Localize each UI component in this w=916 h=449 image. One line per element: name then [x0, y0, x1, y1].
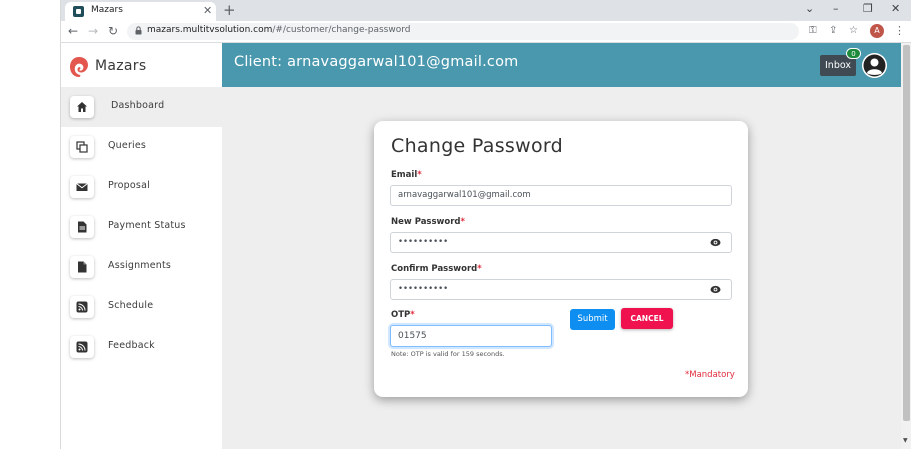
- otp-label-text: OTP: [391, 310, 411, 320]
- home-icon: [70, 96, 94, 118]
- document-icon: [70, 216, 94, 238]
- url-path: /#/customer/change-password: [272, 25, 411, 35]
- required-mark: *: [460, 217, 465, 227]
- confirm-password-field[interactable]: ••••••••••: [390, 279, 732, 300]
- forward-icon[interactable]: →: [88, 24, 98, 38]
- new-password-field[interactable]: ••••••••••: [390, 232, 732, 253]
- close-window-icon[interactable]: ✕: [891, 2, 900, 15]
- page-title: Change Password: [391, 135, 564, 157]
- eye-icon[interactable]: [710, 285, 721, 294]
- sidebar-item-proposal[interactable]: Proposal: [61, 167, 222, 207]
- file-icon: [70, 256, 94, 278]
- sidebar-item-label: Payment Status: [108, 220, 186, 231]
- otp-label: OTP*: [391, 310, 415, 320]
- sidebar-item-label: Proposal: [108, 180, 150, 191]
- lock-icon: [135, 26, 142, 35]
- sidebar-item-label: Queries: [108, 140, 147, 151]
- tab-close-icon[interactable]: ✕: [203, 4, 212, 17]
- reload-icon[interactable]: ↻: [108, 24, 118, 38]
- rss-icon: [70, 296, 94, 318]
- page-scrollbar[interactable]: ▼: [901, 43, 911, 449]
- share-icon[interactable]: ⇪: [829, 25, 837, 36]
- submit-button[interactable]: Submit: [570, 309, 615, 330]
- inbox-count-badge: 0: [846, 48, 861, 59]
- required-mark: *: [410, 310, 415, 320]
- sidebar-item-label: Feedback: [108, 340, 155, 351]
- profile-avatar[interactable]: A: [870, 24, 884, 38]
- scroll-down-icon[interactable]: ▼: [903, 437, 908, 444]
- email-label-text: Email: [391, 170, 418, 180]
- sidebar-item-schedule[interactable]: Schedule: [61, 287, 222, 327]
- scrollbar-thumb[interactable]: [903, 45, 910, 421]
- envelope-icon: [70, 176, 94, 198]
- sidebar-item-label: Dashboard: [111, 100, 165, 111]
- otp-note: Note: OTP is valid for 159 seconds.: [391, 350, 505, 358]
- rss-icon: [70, 336, 94, 358]
- app-header: Client: arnavaggarwal101@gmail.com Inbox…: [222, 43, 911, 87]
- sidebar-item-assignments[interactable]: Assignments: [61, 247, 222, 287]
- email-label: Email*: [391, 170, 422, 180]
- brand-name: Mazars: [95, 58, 147, 74]
- email-field[interactable]: arnavaggarwal101@gmail.com: [390, 185, 732, 206]
- eye-icon[interactable]: [710, 238, 721, 247]
- tab-title: Mazars: [91, 5, 123, 15]
- mandatory-note: *Mandatory: [685, 370, 735, 380]
- sidebar: Mazars Dashboard Queries Proposal Paymen…: [61, 43, 222, 449]
- sidebar-item-dashboard[interactable]: Dashboard: [61, 87, 222, 127]
- app-root: Mazars Dashboard Queries Proposal Paymen…: [61, 43, 911, 449]
- new-password-value: ••••••••••: [398, 237, 449, 247]
- mazars-logo-icon: [70, 57, 88, 77]
- client-email-heading: Client: arnavaggarwal101@gmail.com: [234, 54, 519, 70]
- sidebar-item-queries[interactable]: Queries: [61, 127, 222, 167]
- copy-icon: [70, 136, 94, 158]
- screen: Mazars ✕ + ⌄ – ❐ ✕ ← → ↻ mazars.multitvs…: [0, 0, 916, 449]
- confirm-password-label-text: Confirm Password: [391, 264, 478, 274]
- sidebar-item-label: Assignments: [108, 260, 172, 271]
- new-password-label: New Password*: [391, 217, 465, 227]
- confirm-password-label: Confirm Password*: [391, 264, 482, 274]
- otp-field[interactable]: 01575: [390, 325, 552, 347]
- menu-kebab-icon[interactable]: ⋮: [894, 24, 905, 37]
- minimize-icon[interactable]: –: [833, 2, 839, 15]
- favicon-icon: [73, 6, 84, 17]
- key-icon[interactable]: ⚿: [809, 25, 817, 36]
- sidebar-item-payment-status[interactable]: Payment Status: [61, 207, 222, 247]
- url-text: mazars.multitvsolution.com/#/customer/ch…: [147, 25, 410, 35]
- change-password-card: Change Password Email* arnavaggarwal101@…: [374, 121, 748, 397]
- required-mark: *: [477, 264, 482, 274]
- address-bar[interactable]: mazars.multitvsolution.com/#/customer/ch…: [127, 23, 799, 40]
- required-mark: *: [417, 170, 422, 180]
- tab-search-icon[interactable]: ⌄: [805, 2, 814, 15]
- new-tab-button[interactable]: +: [223, 1, 236, 19]
- confirm-password-value: ••••••••••: [398, 284, 449, 294]
- url-host: mazars.multitvsolution.com: [147, 25, 273, 35]
- restore-icon[interactable]: ❐: [863, 2, 873, 15]
- cancel-button[interactable]: CANCEL: [621, 308, 673, 329]
- browser-window: Mazars ✕ + ⌄ – ❐ ✕ ← → ↻ mazars.multitvs…: [60, 0, 911, 449]
- new-password-label-text: New Password: [391, 217, 461, 227]
- sidebar-item-feedback[interactable]: Feedback: [61, 327, 222, 367]
- browser-tab[interactable]: Mazars ✕: [65, 2, 216, 21]
- tab-strip: Mazars ✕ + ⌄ – ❐ ✕: [61, 0, 911, 21]
- back-icon[interactable]: ←: [68, 24, 78, 38]
- sidebar-item-label: Schedule: [108, 300, 154, 311]
- browser-toolbar: ← → ↻ mazars.multitvsolution.com/#/custo…: [61, 21, 911, 43]
- star-icon[interactable]: ☆: [849, 25, 858, 36]
- user-avatar-icon[interactable]: [862, 53, 887, 78]
